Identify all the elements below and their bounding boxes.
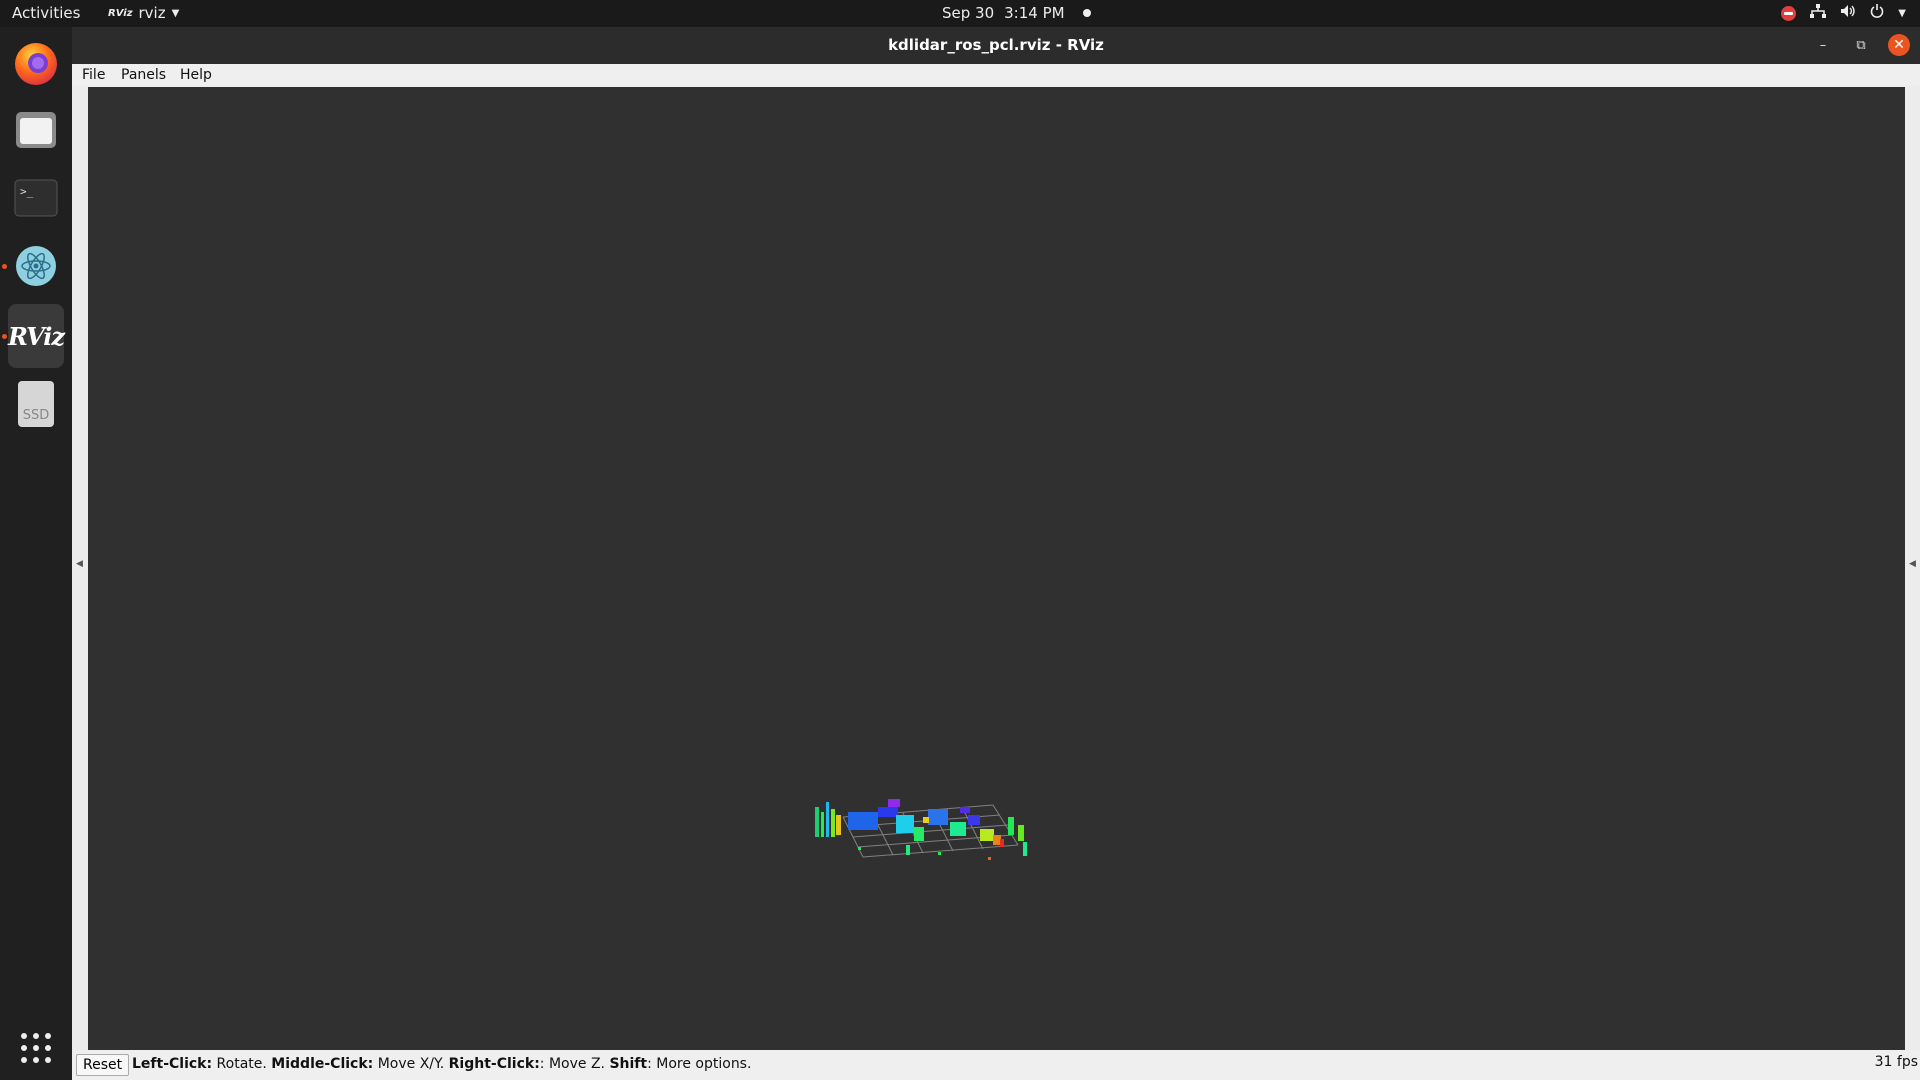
clock-date: Sep 30 xyxy=(942,4,995,22)
volume-icon[interactable] xyxy=(1840,4,1856,22)
rviz-window: kdlidar_ros_pcl.rviz - RViz – ⧉ ✕ File P… xyxy=(72,27,1920,1080)
terminal-icon: >_ xyxy=(14,179,58,217)
3d-render-viewport[interactable] xyxy=(88,87,1905,1050)
files-icon xyxy=(16,112,56,148)
dock-item-files[interactable] xyxy=(8,102,64,158)
running-indicator xyxy=(2,264,7,269)
right-dock-handle[interactable]: ◀ xyxy=(1909,559,1916,569)
rviz-small-icon: RViz xyxy=(108,7,133,19)
navigation-hint: Left-Click: Rotate. Middle-Click: Move X… xyxy=(132,1056,752,1072)
dock-item-rviz[interactable]: RViz xyxy=(2,304,65,368)
menu-file[interactable]: File xyxy=(82,67,105,83)
show-applications-button[interactable] xyxy=(8,1020,64,1076)
rviz-icon: RViz xyxy=(7,321,65,351)
clock[interactable]: Sep 30 3:14 PM xyxy=(942,4,1091,22)
power-icon[interactable] xyxy=(1870,4,1884,22)
close-button[interactable]: ✕ xyxy=(1888,34,1910,56)
atom-icon xyxy=(16,246,56,286)
chevron-down-icon: ▼ xyxy=(171,7,180,19)
activities-button[interactable]: Activities xyxy=(12,4,80,22)
running-indicator xyxy=(2,334,7,339)
network-icon[interactable] xyxy=(1810,4,1827,22)
top-bar: Activities RViz rviz ▼ Sep 30 3:14 PM ▼ xyxy=(0,0,1920,27)
point-cloud xyxy=(815,799,1027,860)
clock-time: 3:14 PM xyxy=(1004,4,1065,22)
ssd-drive-icon: SSD xyxy=(18,381,54,427)
system-tray[interactable]: ▼ xyxy=(1781,4,1906,22)
fps-counter: 31 fps xyxy=(1874,1054,1918,1070)
chevron-down-icon[interactable]: ▼ xyxy=(1898,8,1906,19)
dock-item-terminal[interactable]: >_ xyxy=(8,170,64,226)
firefox-icon xyxy=(15,43,57,85)
app-menu-label: rviz xyxy=(138,4,166,22)
menu-bar: File Panels Help xyxy=(72,64,1920,86)
app-menu[interactable]: RViz rviz ▼ xyxy=(108,4,179,22)
ssd-label: SSD xyxy=(22,408,50,423)
status-bar: Reset Left-Click: Rotate. Middle-Click: … xyxy=(72,1050,1920,1080)
window-titlebar[interactable]: kdlidar_ros_pcl.rviz - RViz – ⧉ ✕ xyxy=(72,27,1920,64)
menu-panels[interactable]: Panels xyxy=(121,67,166,83)
maximize-button[interactable]: ⧉ xyxy=(1850,34,1872,56)
reset-button[interactable]: Reset xyxy=(76,1054,130,1076)
dock-item-atom[interactable] xyxy=(2,238,64,294)
window-title: kdlidar_ros_pcl.rviz - RViz xyxy=(888,36,1104,54)
left-dock-handle[interactable]: ◀ xyxy=(76,559,83,569)
do-not-disturb-icon[interactable] xyxy=(1781,5,1797,21)
menu-help[interactable]: Help xyxy=(180,67,212,83)
svg-text:>_: >_ xyxy=(20,185,34,198)
dock: >_ RViz SSD xyxy=(0,27,72,1080)
app-grid-icon xyxy=(21,1033,51,1063)
notification-dot-icon xyxy=(1082,9,1091,17)
dock-item-ssd[interactable]: SSD xyxy=(8,376,64,432)
dock-item-firefox[interactable] xyxy=(8,35,64,91)
minimize-button[interactable]: – xyxy=(1812,34,1834,56)
